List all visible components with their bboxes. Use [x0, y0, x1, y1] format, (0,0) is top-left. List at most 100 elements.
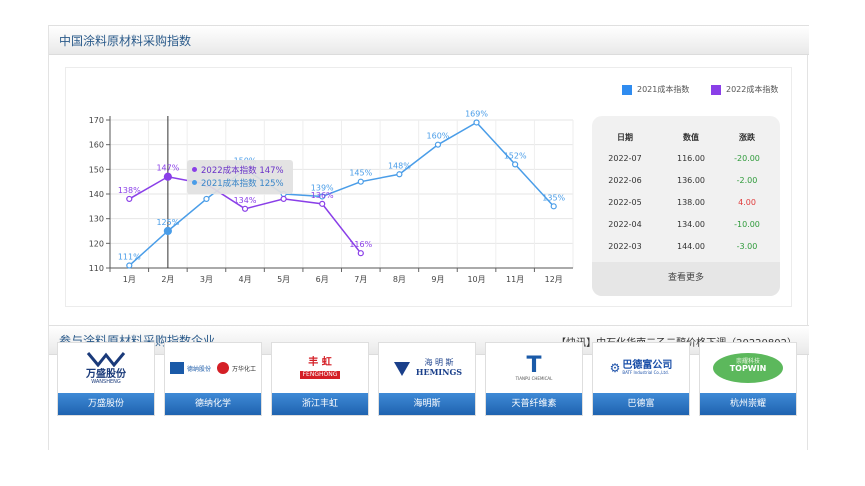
y-tick-label: 110	[89, 264, 104, 273]
data-label: 169%	[465, 109, 488, 118]
x-tick-label: 5月	[277, 275, 290, 284]
col-header-date: 日期	[617, 133, 633, 142]
company-logo-tianpu: T TIANPU CHEMICAL	[486, 343, 582, 393]
cell-value: 138.00	[677, 198, 705, 207]
logo-text: 德纳股份	[186, 365, 211, 373]
cell-value: 134.00	[677, 220, 705, 229]
company-logo-chongyao: 崇耀科技 TOPWIN	[700, 343, 796, 393]
logo-text: 丰 虹	[308, 356, 332, 368]
cell-change: -20.00	[734, 154, 760, 163]
logo-text: T	[526, 353, 542, 378]
company-name: 万盛股份	[58, 393, 154, 415]
line-chart: 110 120 130 140 150 160 170 1月 2月 3月 4月 5月 6月 7月 8月 9月 1…	[89, 109, 574, 284]
data-point	[357, 178, 364, 185]
tooltip-text-2021: 2021成本指数 125%	[201, 178, 284, 189]
cell-value: 116.00	[677, 154, 705, 163]
chart-container: 110 120 130 140 150 160 170 1月 2月 3月 4月 5月 6月 7月 8月 9月 1…	[65, 67, 792, 307]
x-tick-label: 7月	[354, 275, 367, 284]
company-name: 天普纤维素	[486, 393, 582, 415]
index-table: 日期 数值 涨跌 2022-07 116.00 -20.00 2022-06 1…	[592, 116, 780, 296]
data-label: 111%	[118, 253, 141, 262]
company-logo-badefu: ⚙ 巴德富公司 BATF Industrial Co.,Ltd.	[593, 343, 689, 393]
company-card-dena[interactable]: 德纳股份 万华化工 德纳化学	[164, 342, 262, 416]
cell-date: 2022-07	[608, 154, 642, 163]
data-label: 148%	[388, 161, 411, 170]
y-tick-label: 170	[89, 116, 104, 125]
company-card-badefu[interactable]: ⚙ 巴德富公司 BATF Industrial Co.,Ltd. 巴德富	[592, 342, 690, 416]
data-label: 136%	[311, 191, 334, 200]
data-point	[280, 195, 287, 203]
y-tick-label: 120	[89, 239, 104, 248]
data-point	[126, 262, 133, 269]
data-point	[512, 161, 519, 168]
company-name: 杭州崇耀	[700, 393, 796, 415]
company-card-chongyao[interactable]: 崇耀科技 TOPWIN 杭州崇耀	[699, 342, 797, 416]
data-point	[357, 250, 364, 257]
data-label: 152%	[504, 151, 527, 160]
tooltip-dot-2022	[192, 167, 197, 172]
y-tick-label: 150	[89, 165, 104, 174]
logo-sub: BATF Industrial Co.,Ltd.	[622, 370, 669, 375]
data-point	[396, 171, 403, 178]
company-logo-fenghong: 丰 虹 FENGHONG	[272, 343, 368, 393]
x-tick-label: 11月	[506, 275, 524, 284]
data-point	[163, 172, 172, 181]
cell-change: -3.00	[736, 242, 758, 251]
logo-sub: TIANPU CHEMICAL	[515, 376, 553, 381]
company-card-wansheng[interactable]: 万盛股份 WANSHENG 万盛股份	[57, 342, 155, 416]
cell-value: 136.00	[677, 176, 705, 185]
chongyao-mark-icon: 崇耀科技 TOPWIN	[713, 353, 783, 383]
col-header-value: 数值	[683, 133, 699, 142]
logo-sub: WANSHENG	[91, 379, 121, 385]
x-tick-label: 3月	[200, 275, 213, 284]
data-label: 135%	[542, 193, 565, 202]
cell-change: 4.00	[738, 198, 756, 207]
company-card-hemings[interactable]: 海 明 斯 HEMINGS 海明斯	[378, 342, 476, 416]
data-label: 125%	[156, 218, 179, 227]
tooltip-line-2022: 2022成本指数 147%	[192, 163, 288, 176]
x-tick-label: 6月	[316, 275, 329, 284]
x-tick-label: 10月	[467, 275, 485, 284]
data-point	[319, 200, 326, 207]
data-point	[203, 195, 210, 203]
legend-swatch-2022	[711, 84, 721, 95]
company-logo-hemings: 海 明 斯 HEMINGS	[379, 343, 475, 393]
x-tick-label: 12月	[545, 275, 563, 284]
chart-tooltip: 2022成本指数 147% 2021成本指数 125%	[187, 160, 293, 194]
company-name: 巴德富	[593, 393, 689, 415]
company-logo-wansheng: 万盛股份 WANSHENG	[58, 343, 154, 393]
x-tick-label: 8月	[393, 275, 406, 284]
company-name: 浙江丰虹	[272, 393, 368, 415]
logo-sub: 万华化工	[232, 365, 257, 373]
legend-item-2021[interactable]: 2021成本指数	[622, 84, 689, 95]
tooltip-dot-2021	[192, 180, 197, 185]
tooltip-text-2022: 2022成本指数 147%	[201, 165, 284, 176]
x-tick-label: 1月	[123, 275, 136, 284]
data-label: 160%	[427, 132, 450, 141]
data-label: 147%	[156, 164, 179, 173]
col-header-change: 涨跌	[739, 133, 755, 142]
view-more-button[interactable]: 查看更多	[592, 262, 780, 296]
cell-date: 2022-03	[608, 242, 642, 251]
legend-item-2022[interactable]: 2022成本指数	[711, 84, 778, 95]
data-point	[241, 205, 249, 212]
company-name: 德纳化学	[165, 393, 261, 415]
company-card-tianpu[interactable]: T TIANPU CHEMICAL 天普纤维素	[485, 342, 583, 416]
legend-swatch-2021	[622, 84, 632, 95]
x-tick-label: 2月	[161, 275, 174, 284]
logo-sub: FENGHONG	[299, 370, 341, 379]
data-label: 145%	[349, 169, 372, 178]
hemings-mark-icon	[393, 362, 410, 376]
company-name: 海明斯	[379, 393, 475, 415]
dena-mark-icon	[169, 362, 184, 374]
section-header-index: 中国涂料原材料采购指数	[49, 25, 809, 55]
y-tick-label: 140	[89, 190, 104, 199]
data-point	[473, 119, 480, 126]
tooltip-line-2021: 2021成本指数 125%	[192, 176, 288, 189]
company-card-fenghong[interactable]: 丰 虹 FENGHONG 浙江丰虹	[271, 342, 369, 416]
data-point	[126, 195, 133, 203]
wansheng-mark-icon	[86, 352, 126, 368]
data-point	[434, 141, 442, 148]
cell-date: 2022-05	[608, 198, 642, 207]
data-label: 138%	[118, 186, 141, 195]
